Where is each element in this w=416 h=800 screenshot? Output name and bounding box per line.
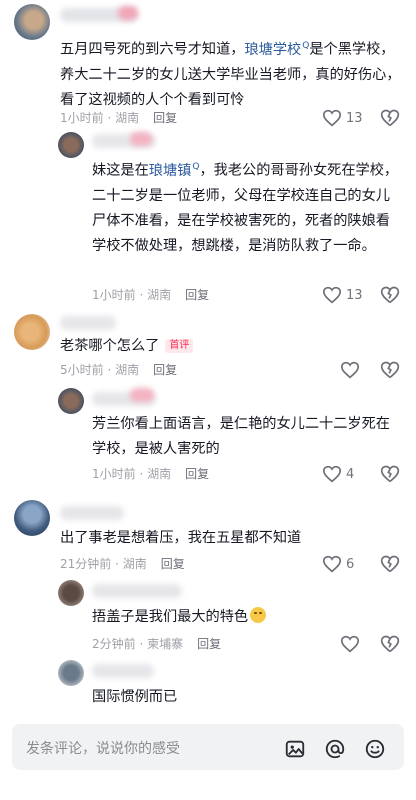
like-count: 6 (346, 556, 355, 572)
heart-icon (322, 109, 342, 127)
avatar[interactable] (58, 132, 84, 158)
comment-meta: 5小时前 · 湖南 回复 (60, 363, 178, 377)
like-count: 4 (346, 466, 355, 482)
broken-heart-icon[interactable] (380, 554, 400, 574)
like-button[interactable]: 4 (322, 464, 382, 484)
username-blurred[interactable] (92, 664, 154, 678)
comment-input-placeholder: 发条评论，说说你的感受 (26, 741, 180, 757)
emoji-icon[interactable] (364, 738, 386, 760)
first-comment-badge: 首评 (165, 339, 194, 353)
comment-text: 国际惯例而已 (92, 689, 178, 705)
reply-button[interactable]: 回复 (197, 637, 221, 651)
reply-button[interactable]: 回复 (153, 363, 177, 377)
comment-text: 出了事老是想着压，我在五星都不知道 (60, 530, 302, 546)
like-count: 13 (346, 110, 363, 126)
reply-button[interactable]: 回复 (161, 557, 185, 571)
search-link[interactable]: 琅塘学校Q (244, 41, 309, 58)
username-blurred-color (130, 132, 152, 146)
broken-heart-icon[interactable] (380, 285, 400, 305)
like-button[interactable]: 6 (322, 554, 382, 574)
broken-heart-icon[interactable] (380, 360, 400, 380)
comment-meta: 1小时前 · 湖南 回复 (92, 467, 210, 481)
avatar[interactable] (14, 500, 50, 536)
heart-icon (340, 361, 360, 379)
username-blurred[interactable] (60, 316, 116, 330)
reply-button[interactable]: 回复 (185, 288, 209, 302)
like-button[interactable]: 13 (322, 285, 382, 305)
search-link[interactable]: 琅塘镇Q (149, 162, 200, 179)
broken-heart-icon[interactable] (380, 634, 400, 654)
avatar[interactable] (58, 580, 84, 606)
comment-text: 妹这是在琅塘镇Q，我老公的哥哥孙女死在学校，二十二岁是一位老师，父母在学校连自己… (92, 155, 404, 259)
laughing-emoji-icon (250, 607, 267, 623)
username-blurred-color (118, 6, 138, 20)
avatar[interactable] (58, 388, 84, 414)
heart-icon (322, 286, 342, 304)
comment-meta: 1小时前 · 湖南 回复 (92, 288, 210, 302)
image-icon[interactable] (284, 738, 306, 760)
comment-text: 五月四号死的到六号才知道，琅塘学校Q是个黑学校，养大二十二岁的女儿送大学毕业当老… (60, 34, 402, 113)
broken-heart-icon[interactable] (380, 108, 400, 128)
comment-meta: 2分钟前 · 柬埔寨 回复 (92, 637, 222, 651)
reply-button[interactable]: 回复 (153, 111, 177, 125)
comment-input[interactable]: 发条评论，说说你的感受 (12, 724, 404, 770)
heart-icon (322, 555, 342, 573)
comment-text: 老茶哪个怎么了 首评 (60, 334, 402, 359)
heart-icon (340, 635, 360, 653)
avatar[interactable] (58, 660, 84, 686)
comment-text: 捂盖子是我们最大的特色 (92, 605, 404, 630)
comment-meta: 1小时前 · 湖南 回复 (60, 111, 178, 125)
like-count: 13 (346, 287, 363, 303)
comment-input-bar: 发条评论，说说你的感受 (0, 718, 416, 800)
broken-heart-icon[interactable] (380, 464, 400, 484)
username-blurred-color (130, 388, 154, 402)
heart-icon (322, 465, 342, 483)
username-blurred[interactable] (92, 584, 182, 598)
comment-meta: 21分钟前 · 湖南 回复 (60, 557, 185, 571)
reply-button[interactable]: 回复 (185, 467, 209, 481)
at-icon[interactable] (324, 738, 346, 760)
comment-text: 芳兰你看上面语言，是仁艳的女儿二十二岁死在学校，是被人害死的 (92, 416, 390, 457)
username-blurred[interactable] (60, 506, 124, 520)
like-button[interactable]: 13 (322, 108, 382, 128)
avatar[interactable] (14, 4, 50, 40)
avatar[interactable] (14, 314, 50, 350)
